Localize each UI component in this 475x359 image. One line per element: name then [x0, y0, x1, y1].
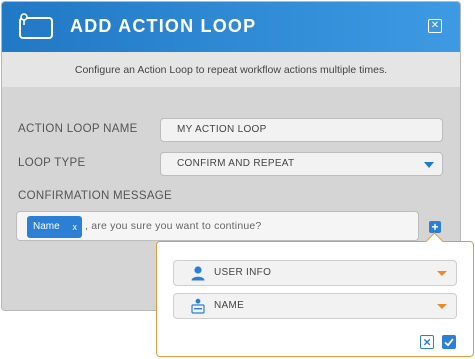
dialog-title: ADD ACTION LOOP [70, 16, 257, 36]
source-select[interactable]: USER INFO [173, 260, 457, 286]
text-field-icon [191, 298, 205, 314]
loop-type-label: LOOP TYPE [18, 157, 86, 169]
insert-field-popover: USER INFO NAME [156, 241, 474, 357]
source-value: USER INFO [214, 267, 272, 278]
loop-type-select[interactable]: CONFIRM AND REPEAT [160, 152, 443, 176]
close-button[interactable]: ✕ [428, 19, 442, 33]
close-icon [423, 338, 430, 345]
chevron-down-icon [437, 271, 447, 276]
chip-remove-button[interactable]: x [73, 216, 78, 238]
close-icon: ✕ [430, 20, 440, 31]
confirm-button[interactable] [442, 335, 456, 349]
cancel-button[interactable] [420, 335, 434, 349]
action-loop-name-label: ACTION LOOP NAME [18, 123, 138, 135]
action-loop-name-input[interactable]: MY ACTION LOOP [160, 118, 443, 142]
chevron-down-icon [437, 304, 447, 309]
insert-field-button[interactable]: + [429, 221, 441, 233]
loop-type-value: CONFIRM AND REPEAT [177, 158, 295, 169]
message-text: , are you sure you want to continue? [85, 220, 262, 232]
field-value: NAME [214, 300, 245, 311]
confirmation-message-label: CONFIRMATION MESSAGE [18, 190, 173, 202]
dialog-description: Configure an Action Loop to repeat workf… [2, 52, 460, 87]
chevron-down-icon [424, 162, 434, 168]
dialog-header: ADD ACTION LOOP ✕ [2, 2, 460, 52]
confirmation-message-input[interactable]: Name x , are you sure you want to contin… [16, 211, 419, 241]
checkmark-icon [444, 338, 454, 347]
chip-label: Name [33, 221, 60, 232]
field-select[interactable]: NAME [173, 293, 457, 319]
loop-window-icon [19, 13, 53, 39]
user-icon [191, 266, 205, 281]
name-token-chip[interactable]: Name x [27, 216, 82, 238]
